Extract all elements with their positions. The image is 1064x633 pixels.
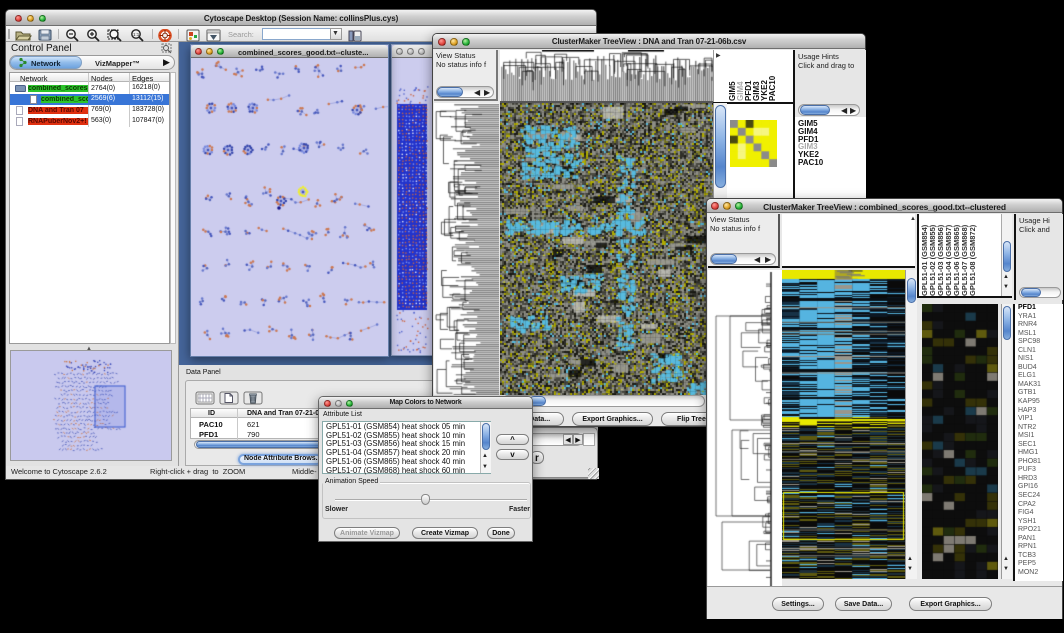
svg-text:1:1: 1:1 (133, 32, 140, 37)
